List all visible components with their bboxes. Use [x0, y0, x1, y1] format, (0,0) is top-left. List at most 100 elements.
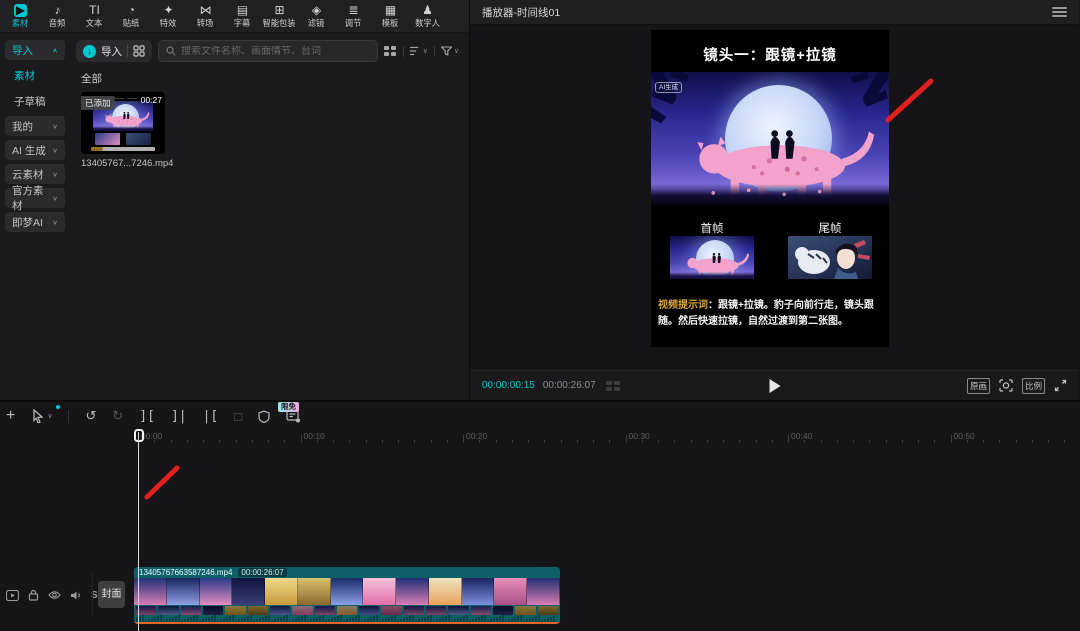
clip-duration: 00:00:26:07 [238, 568, 286, 577]
player-panel: 播放器-时间线01 镜头一：跟镜+拉镜 AI生成 [470, 0, 1079, 400]
digital-human-icon: ♟ [422, 4, 433, 17]
filter-button[interactable]: ∨ [441, 46, 459, 56]
freeze-frame-button[interactable]: □ [234, 409, 242, 424]
mini-frame [158, 606, 178, 615]
video-preview-canvas[interactable]: 镜头一：跟镜+拉镜 AI生成 首帧 尾帧 [651, 30, 889, 347]
filmstrip-frame [429, 578, 462, 605]
chevron-down-icon: ∨ [52, 194, 58, 201]
ruler-tick [382, 440, 383, 443]
ribbon-item-label: 贴纸 [123, 18, 140, 27]
last-frame-thumbnail [788, 236, 872, 279]
ribbon-item-templates[interactable]: ▦模板 [372, 4, 409, 28]
sidebar-item-官方素材[interactable]: 官方素材∨ [5, 188, 65, 208]
ruler-tick [154, 440, 155, 443]
ribbon-item-adjust[interactable]: ≣调节 [335, 4, 372, 28]
sidebar-item-子草稿[interactable]: 子草稿 [5, 92, 65, 110]
sidebar-item-导入[interactable]: 导入∧ [5, 40, 65, 60]
quality-button[interactable]: 原画 [967, 378, 990, 394]
ruler-tick [577, 440, 578, 443]
filmstrip-frame [200, 578, 233, 605]
delete-left-button[interactable]: ]| [171, 409, 187, 424]
scan-import-icon[interactable] [133, 45, 145, 57]
sidebar-item-即梦AI[interactable]: 即梦AI∨ [5, 212, 65, 232]
ribbon-item-label: 模板 [382, 18, 399, 27]
chevron-down-icon: ∨ [52, 218, 58, 225]
ruler-tick [902, 440, 903, 443]
redo-button[interactable]: ↻ [112, 408, 123, 424]
ribbon-item-digital-human[interactable]: ♟数字人 [409, 4, 446, 28]
undo-button[interactable]: ↺ [85, 408, 96, 424]
ribbon-item-captions[interactable]: ▤字幕 [224, 4, 261, 28]
ruler-tick [739, 440, 740, 443]
frame-view-icon[interactable] [606, 381, 620, 391]
mini-frame [448, 606, 468, 615]
play-button[interactable] [769, 379, 780, 393]
ribbon-item-sticker[interactable]: ◔贴纸 [113, 4, 150, 28]
time-ruler[interactable]: 00:0000:1000:2000:3000:4000:50 [0, 430, 1080, 446]
sidebar-item-label: 子草稿 [14, 94, 46, 109]
import-button[interactable]: ↓ 导入 [76, 40, 152, 62]
sidebar-item-素材[interactable]: 素材 [5, 66, 65, 84]
ruler-tick [496, 440, 497, 443]
ribbon-item-filters[interactable]: ◈滤镜 [298, 4, 335, 28]
ruler-tick [1048, 440, 1049, 443]
filmstrip-frame [167, 578, 200, 605]
search-input[interactable] [181, 46, 370, 57]
media-sidebar: 导入∧ 素材子草稿我的∨ AI 生成∨ 云素材∨ 官方素材∨ 即梦AI∨ [0, 33, 70, 400]
clip-mini-thumbnails [136, 606, 558, 615]
playhead-handle[interactable] [134, 429, 144, 442]
split-button[interactable]: ][ [139, 409, 155, 424]
ratio-button[interactable]: 比例 [1022, 378, 1045, 394]
delete-right-button[interactable]: |[ [203, 409, 219, 424]
fullscreen-icon[interactable] [1054, 379, 1067, 392]
smart-package-icon: ⊞ [274, 4, 284, 17]
templates-icon: ▦ [385, 4, 396, 17]
shield-icon [258, 410, 270, 423]
media-search[interactable] [158, 40, 378, 62]
sidebar-item-我的[interactable]: 我的∨ [5, 116, 65, 136]
video-clip[interactable]: 13405767663587246.mp4 00:00:26:07 [134, 567, 560, 624]
toggle-visibility-icon[interactable] [48, 590, 61, 600]
ribbon-item-label: 数字人 [415, 18, 440, 27]
ribbon-item-text[interactable]: TI文本 [76, 4, 113, 28]
ruler-time-label: 00:50 [954, 431, 975, 441]
cover-button[interactable]: 封面 [98, 581, 125, 608]
media-card-video[interactable]: — ——·—— 已添加 [81, 92, 165, 169]
grid-view-icon[interactable] [384, 46, 397, 57]
ruler-tick [366, 440, 367, 443]
mask-button[interactable] [258, 410, 270, 423]
ribbon-item-transition[interactable]: ⋈转场 [187, 4, 224, 28]
search-icon [166, 46, 176, 56]
ribbon-item-media[interactable]: ▶素材 [2, 4, 39, 28]
import-button-label: 导入 [101, 44, 122, 59]
ribbon-item-smart-package[interactable]: ⊞智能包装 [261, 4, 298, 28]
ruler-tick [918, 440, 919, 443]
ruler-tick [658, 440, 659, 443]
ruler-tick [561, 440, 562, 443]
ruler-tick [544, 440, 545, 443]
select-tool-button[interactable]: ∨ [31, 409, 52, 423]
playhead-line[interactable] [138, 432, 139, 631]
sort-button[interactable]: ∨ [410, 46, 428, 56]
sidebar-item-云素材[interactable]: 云素材∨ [5, 164, 65, 184]
filmstrip-frame [494, 578, 527, 605]
ruler-tick [479, 440, 480, 443]
ribbon-item-effects[interactable]: ✦特效 [150, 4, 187, 28]
mini-frame [292, 606, 312, 615]
ruler-tick [447, 440, 448, 443]
mute-track-icon[interactable] [70, 590, 82, 601]
ruler-tick [674, 440, 675, 443]
ruler-tick [723, 440, 724, 443]
sidebar-item-AI 生成[interactable]: AI 生成∨ [5, 140, 65, 160]
lock-track-icon[interactable] [28, 589, 39, 601]
ribbon-item-label: 字幕 [234, 18, 251, 27]
player-menu-icon[interactable] [1052, 7, 1067, 17]
ruler-tick [707, 440, 708, 443]
ribbon-item-label: 调节 [345, 18, 362, 27]
ruler-tick [593, 440, 594, 443]
filmstrip-frame [298, 578, 331, 605]
add-track-button[interactable]: + [6, 407, 15, 425]
preview-focus-icon[interactable] [999, 379, 1013, 392]
ruler-tick [1016, 440, 1017, 443]
ribbon-item-audio[interactable]: ♪音频 [39, 4, 76, 28]
